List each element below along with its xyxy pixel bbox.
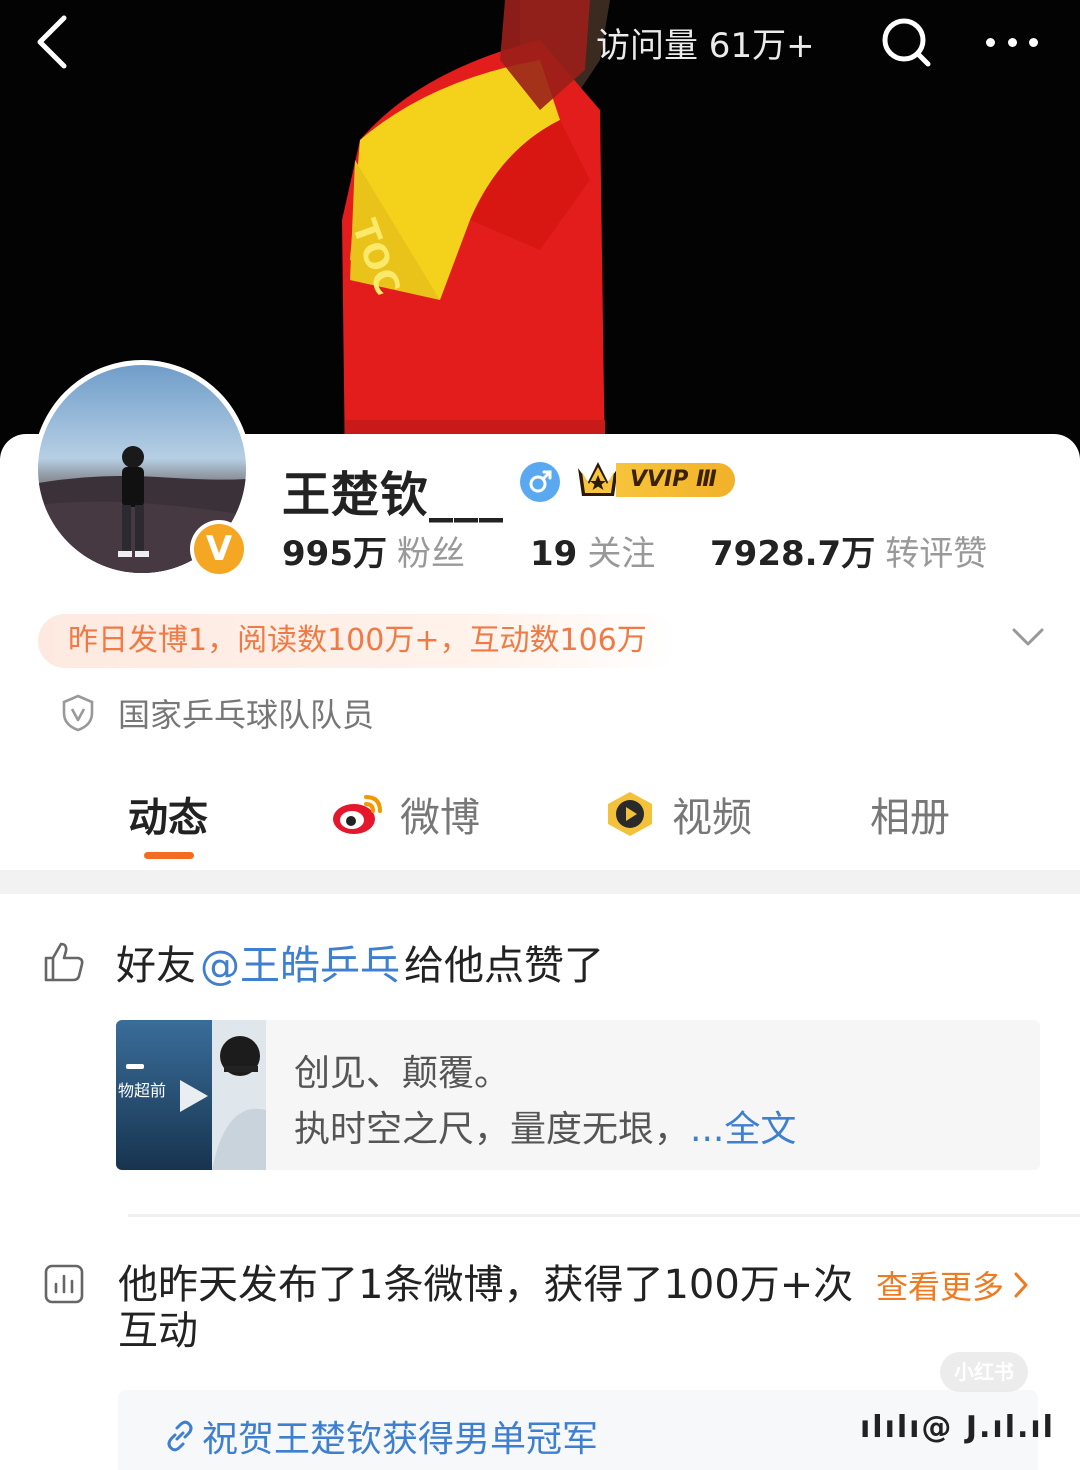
expand-button[interactable]	[1006, 618, 1050, 654]
tab-video[interactable]: 视频	[602, 784, 752, 844]
search-button[interactable]	[878, 14, 934, 70]
shield-icon	[62, 694, 94, 732]
male-icon	[520, 462, 560, 502]
crown-icon	[578, 462, 618, 496]
view-more-link[interactable]: 查看更多	[876, 1262, 1032, 1308]
stat-following[interactable]: 19 关注	[530, 526, 655, 575]
liked-post-card[interactable]: 物超前 创见、颠覆。 执时空之尺，量度无垠，...全文	[116, 1020, 1040, 1170]
bar-chart-icon	[44, 1264, 84, 1304]
stat-fans[interactable]: 995万 粉丝	[282, 526, 465, 575]
certification-text: 国家乒乓球队队员	[118, 696, 375, 734]
link-icon	[167, 1420, 193, 1452]
thumb-text: 物超前	[118, 1081, 166, 1100]
xiaohongshu-watermark: 小红书	[940, 1352, 1028, 1392]
tab-dynamic[interactable]: 动态	[128, 784, 208, 844]
visits-count: 访问量 61万+	[596, 26, 815, 66]
active-tab-indicator	[144, 852, 194, 859]
feed-divider	[128, 1214, 1080, 1217]
stat-interactions[interactable]: 7928.7万 转评赞	[710, 526, 987, 575]
search-icon	[882, 18, 931, 67]
vip-badge[interactable]: VVIP Ⅲ	[574, 458, 735, 502]
top-bar: 访问量 61万+	[0, 0, 1080, 90]
weibo-logo-icon	[333, 795, 382, 834]
back-button[interactable]	[24, 10, 80, 74]
liked-by-friend-row: 好友 @王皓乒乓 给他点赞了	[42, 932, 604, 992]
more-button[interactable]	[980, 22, 1044, 62]
certification-row: 国家乒乓球队队员	[60, 690, 374, 736]
chevron-right-icon	[1014, 1272, 1028, 1298]
profile-name: 王楚钦___	[282, 467, 505, 523]
daily-summary[interactable]: 昨日发博1，阅读数100万+，互动数106万	[38, 614, 677, 668]
video-thumbnail[interactable]: 物超前	[116, 1020, 266, 1170]
chevron-left-icon	[37, 15, 67, 69]
mention-link[interactable]: @王皓乒乓	[200, 933, 400, 991]
full-text-link[interactable]: ...全文	[690, 1109, 796, 1150]
verified-badge: V	[190, 520, 248, 578]
verified-v-icon: V	[194, 524, 244, 574]
thumbs-up-icon	[44, 942, 84, 982]
topic-link[interactable]: 祝贺王楚钦获得男单冠军	[162, 1410, 598, 1462]
activity-summary: 他昨天发布了1条微博，获得了100万+次互动	[118, 1262, 854, 1354]
liked-post-text: 创见、颠覆。 执时空之尺，量度无垠，...全文	[294, 1053, 797, 1150]
chevron-down-icon	[1012, 628, 1044, 646]
vip-label: VVIP Ⅲ	[616, 463, 735, 497]
more-dots-icon	[986, 37, 995, 47]
section-divider	[0, 870, 1080, 894]
tab-album[interactable]: 相册	[870, 784, 950, 844]
tab-weibo[interactable]: 微博	[330, 784, 480, 844]
video-play-icon	[608, 792, 652, 836]
watermark-author: ılılı@ J.ıl.ıl	[860, 1410, 1055, 1445]
